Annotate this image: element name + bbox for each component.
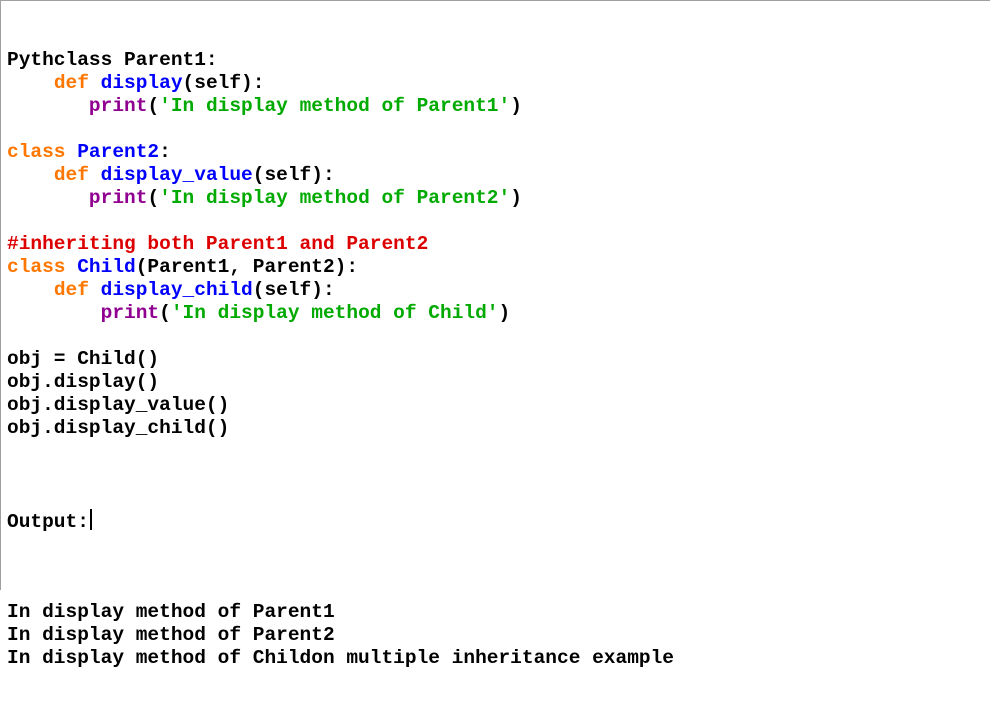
output-label-line[interactable]: Output:: [7, 509, 674, 533]
code-token: display_value: [100, 164, 253, 186]
code-line[interactable]: print('In display method of Parent2'): [7, 187, 674, 210]
code-line[interactable]: obj.display(): [7, 371, 674, 394]
code-token: class: [7, 256, 66, 278]
source-code[interactable]: Pythclass Parent1: def display(self): pr…: [7, 49, 674, 463]
code-token: (self):: [182, 72, 265, 94]
code-line[interactable]: obj = Child(): [7, 348, 674, 371]
code-line[interactable]: class Parent2:: [7, 141, 674, 164]
code-line[interactable]: obj.display_value(): [7, 394, 674, 417]
code-token: ): [498, 302, 511, 324]
code-token: 'In display method of Parent1': [159, 95, 511, 117]
code-token: 'In display method of Child': [170, 302, 499, 324]
code-line[interactable]: [7, 440, 674, 463]
output-line: In display method of Parent1: [7, 601, 335, 623]
code-token: obj.display_child(): [7, 417, 230, 439]
code-token: print: [88, 95, 148, 117]
code-line[interactable]: [7, 325, 674, 348]
code-token: obj.display(): [7, 371, 160, 393]
code-line[interactable]: Pythclass Parent1:: [7, 49, 674, 72]
code-token: :: [159, 141, 171, 163]
code-line[interactable]: [7, 118, 674, 141]
code-token: obj.display_value(): [7, 394, 230, 416]
code-token: display: [100, 72, 183, 94]
code-token: Pythclass Parent1:: [7, 49, 218, 71]
code-token: (: [147, 187, 160, 209]
code-token: ): [510, 95, 522, 117]
code-token: display_child: [100, 279, 253, 301]
code-line[interactable]: def display_child(self):: [7, 279, 674, 302]
code-token: (: [159, 302, 171, 324]
code-line[interactable]: def display_value(self):: [7, 164, 674, 187]
code-token: ): [510, 187, 522, 209]
code-line[interactable]: def display(self):: [7, 72, 674, 95]
output-line: In display method of Childon multiple in…: [7, 647, 675, 669]
code-token: Parent2: [77, 141, 160, 163]
code-token: Child: [77, 256, 136, 278]
code-token: print: [88, 187, 148, 209]
output-line: In display method of Parent2: [7, 624, 335, 646]
code-token: 'In display method of Parent2': [159, 187, 511, 209]
text-cursor: [89, 509, 92, 530]
code-token: (Parent1, Parent2):: [135, 256, 359, 278]
code-line[interactable]: class Child(Parent1, Parent2):: [7, 256, 674, 279]
code-editor[interactable]: Pythclass Parent1: def display(self): pr…: [0, 0, 990, 669]
code-line[interactable]: print('In display method of Child'): [7, 302, 674, 325]
code-line[interactable]: obj.display_child(): [7, 417, 674, 440]
code-line[interactable]: [7, 210, 674, 233]
output-label: Output:: [7, 511, 89, 533]
code-line[interactable]: #inheriting both Parent1 and Parent2: [7, 233, 674, 256]
code-token: (self):: [252, 164, 335, 186]
code-token: def: [53, 72, 89, 94]
code-area[interactable]: Pythclass Parent1: def display(self): pr…: [7, 3, 674, 716]
code-token: (self):: [252, 279, 335, 301]
code-token: print: [100, 302, 160, 324]
code-token: def: [53, 279, 89, 301]
code-token: obj = Child(): [7, 348, 160, 370]
code-token: (: [147, 95, 160, 117]
code-token: class: [7, 141, 66, 163]
code-token: def: [53, 164, 89, 186]
code-token: #inheriting both Parent1 and Parent2: [7, 233, 429, 255]
code-line[interactable]: print('In display method of Parent1'): [7, 95, 674, 118]
